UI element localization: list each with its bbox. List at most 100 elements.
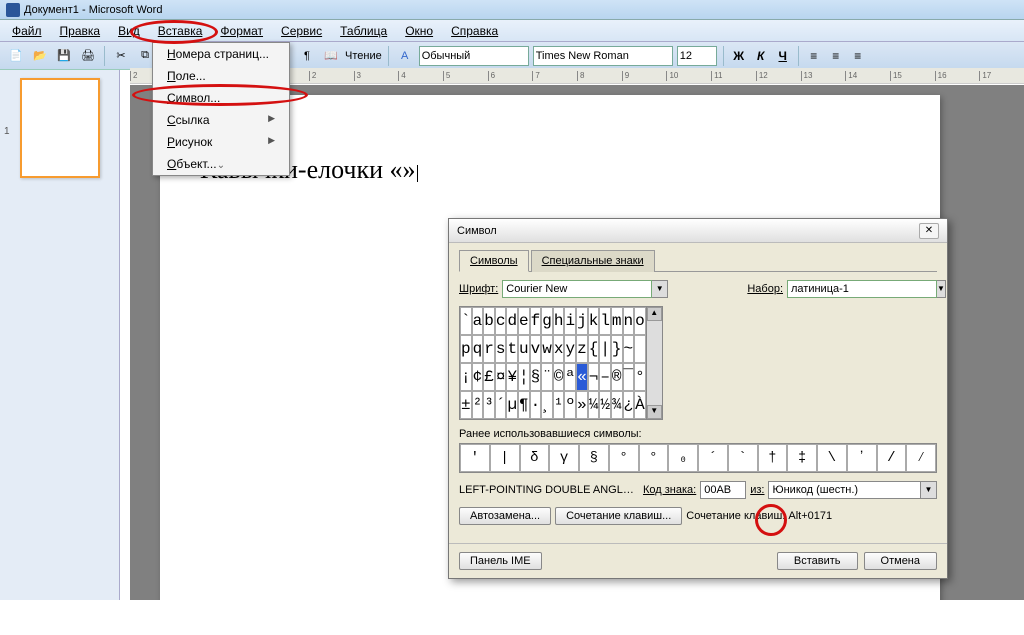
char-cell[interactable]: y: [564, 335, 576, 363]
italic-button[interactable]: К: [752, 47, 770, 65]
recent-char-cell[interactable]: ´: [698, 444, 728, 472]
align-right-icon[interactable]: ≡: [849, 47, 867, 65]
page-thumbnail[interactable]: [20, 78, 100, 178]
recent-char-cell[interactable]: γ: [549, 444, 579, 472]
menu-table[interactable]: Таблица: [334, 22, 393, 40]
char-cell[interactable]: |: [599, 335, 611, 363]
close-icon[interactable]: ✕: [919, 223, 939, 239]
menu-format[interactable]: Формат: [214, 22, 269, 40]
menu-edit[interactable]: Правка: [54, 22, 107, 40]
char-cell[interactable]: «: [576, 363, 588, 391]
char-cell[interactable]: ¯: [623, 363, 635, 391]
char-cell[interactable]: b: [483, 307, 495, 335]
cancel-button[interactable]: Отмена: [864, 552, 937, 570]
char-cell[interactable]: ¤: [495, 363, 507, 391]
recent-char-cell[interactable]: °: [639, 444, 669, 472]
grid-scrollbar[interactable]: ▲ ▼: [647, 306, 663, 420]
char-cell[interactable]: º: [564, 391, 576, 419]
char-cell[interactable]: w: [541, 335, 553, 363]
char-cell[interactable]: ¾: [611, 391, 623, 419]
char-cell[interactable]: ²: [472, 391, 484, 419]
expand-icon[interactable]: [153, 158, 289, 173]
font-select[interactable]: [533, 46, 673, 66]
scroll-down-icon[interactable]: ▼: [647, 405, 662, 419]
dropdown-item[interactable]: Поле...: [153, 65, 289, 87]
recent-char-cell[interactable]: δ: [520, 444, 550, 472]
char-cell[interactable]: ¸: [541, 391, 553, 419]
recent-char-cell[interactable]: \: [817, 444, 847, 472]
recent-char-cell[interactable]: †: [758, 444, 788, 472]
size-select[interactable]: [677, 46, 717, 66]
char-cell[interactable]: t: [506, 335, 518, 363]
char-cell[interactable]: ¥: [506, 363, 518, 391]
cut-icon[interactable]: ✂: [111, 46, 131, 66]
char-cell[interactable]: r: [483, 335, 495, 363]
char-cell[interactable]: o: [634, 307, 646, 335]
recent-char-cell[interactable]: ₀: [668, 444, 698, 472]
char-cell[interactable]: j: [576, 307, 588, 335]
style-select[interactable]: [419, 46, 529, 66]
new-doc-icon[interactable]: 📄: [6, 46, 26, 66]
char-cell[interactable]: a: [472, 307, 484, 335]
open-icon[interactable]: 📂: [30, 46, 50, 66]
chevron-down-icon[interactable]: ▼: [921, 481, 937, 499]
char-cell[interactable]: –: [599, 363, 611, 391]
underline-button[interactable]: Ч: [774, 47, 792, 65]
recent-char-cell[interactable]: °: [609, 444, 639, 472]
char-cell[interactable]: ´: [495, 391, 507, 419]
char-cell[interactable]: ½: [599, 391, 611, 419]
char-cell[interactable]: µ: [506, 391, 518, 419]
char-cell[interactable]: ¶: [518, 391, 530, 419]
char-cell[interactable]: ·: [530, 391, 542, 419]
char-cell[interactable]: u: [518, 335, 530, 363]
char-cell[interactable]: {: [588, 335, 600, 363]
char-cell[interactable]: q: [472, 335, 484, 363]
char-cell[interactable]: }: [611, 335, 623, 363]
bold-button[interactable]: Ж: [730, 47, 748, 65]
char-cell[interactable]: d: [506, 307, 518, 335]
chevron-down-icon[interactable]: ▼: [652, 280, 668, 298]
recent-char-cell[interactable]: |: [490, 444, 520, 472]
tab-special[interactable]: Специальные знаки: [531, 250, 655, 272]
autocorrect-button[interactable]: Автозамена...: [459, 507, 551, 525]
reading-icon[interactable]: 📖: [321, 46, 341, 66]
align-center-icon[interactable]: ≡: [827, 47, 845, 65]
char-cell[interactable]: z: [576, 335, 588, 363]
char-cell[interactable]: k: [588, 307, 600, 335]
recent-char-cell[interactable]: ‡: [787, 444, 817, 472]
char-cell[interactable]: [634, 335, 646, 363]
char-cell[interactable]: x: [553, 335, 565, 363]
char-cell[interactable]: ³: [483, 391, 495, 419]
dialog-titlebar[interactable]: Символ ✕: [449, 219, 947, 243]
char-cell[interactable]: c: [495, 307, 507, 335]
char-cell[interactable]: p: [460, 335, 472, 363]
char-cell[interactable]: °: [634, 363, 646, 391]
char-cell[interactable]: ¨: [541, 363, 553, 391]
recent-char-cell[interactable]: `: [728, 444, 758, 472]
menu-help[interactable]: Справка: [445, 22, 504, 40]
reading-label[interactable]: Чтение: [345, 50, 382, 62]
menu-window[interactable]: Окно: [399, 22, 439, 40]
recent-char-cell[interactable]: ′: [460, 444, 490, 472]
insert-button[interactable]: Вставить: [777, 552, 858, 570]
char-cell[interactable]: g: [541, 307, 553, 335]
align-left-icon[interactable]: ≡: [805, 47, 823, 65]
char-cell[interactable]: ¦: [518, 363, 530, 391]
char-cell[interactable]: £: [483, 363, 495, 391]
char-cell[interactable]: ª: [564, 363, 576, 391]
dropdown-item[interactable]: Рисунок▶: [153, 131, 289, 153]
char-cell[interactable]: §: [530, 363, 542, 391]
char-cell[interactable]: l: [599, 307, 611, 335]
style-icon[interactable]: A: [395, 46, 415, 66]
char-cell[interactable]: ±: [460, 391, 472, 419]
char-cell[interactable]: e: [518, 307, 530, 335]
char-cell[interactable]: ¡: [460, 363, 472, 391]
font-combo[interactable]: [502, 280, 652, 298]
char-cell[interactable]: ®: [611, 363, 623, 391]
char-cell[interactable]: i: [564, 307, 576, 335]
char-cell[interactable]: `: [460, 307, 472, 335]
set-combo[interactable]: [787, 280, 937, 298]
char-cell[interactable]: ¹: [553, 391, 565, 419]
ime-button[interactable]: Панель IME: [459, 552, 542, 570]
char-cell[interactable]: ¢: [472, 363, 484, 391]
